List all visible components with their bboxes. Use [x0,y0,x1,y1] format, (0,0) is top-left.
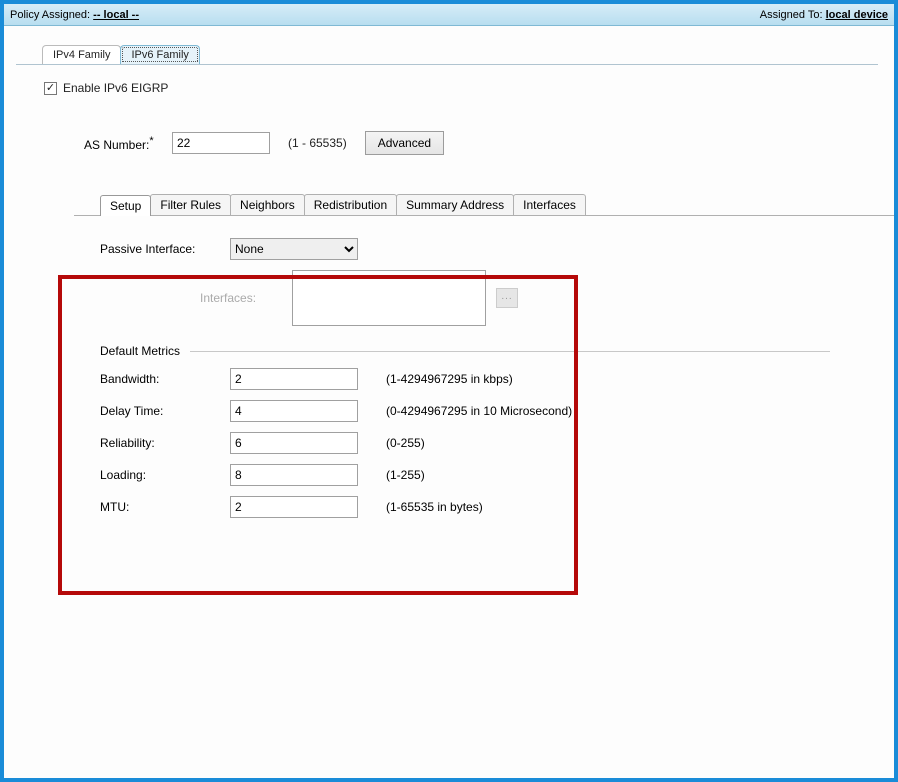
reliability-row: Reliability: (0-255) [100,432,870,454]
assigned-to-value[interactable]: local device [826,9,888,21]
policy-assigned-value[interactable]: -- local -- [93,9,139,21]
tab-ipv6-family[interactable]: IPv6 Family [120,45,199,64]
passive-interface-label: Passive Interface: [100,242,230,256]
bandwidth-input[interactable] [230,368,358,390]
mtu-hint: (1-65535 in bytes) [386,500,483,514]
bandwidth-hint: (1-4294967295 in kbps) [386,372,513,386]
ipv6-panel: ✓ Enable IPv6 EIGRP AS Number:* (1 - 655… [4,65,894,518]
bandwidth-row: Bandwidth: (1-4294967295 in kbps) [100,368,870,390]
delay-time-input[interactable] [230,400,358,422]
content-area: IPv4 Family IPv6 Family ✓ Enable IPv6 EI… [4,26,894,518]
group-divider [190,351,830,352]
as-number-row: AS Number:* (1 - 65535) Advanced [84,131,870,155]
reliability-input[interactable] [230,432,358,454]
default-metrics-title: Default Metrics [100,344,180,358]
loading-hint: (1-255) [386,468,425,482]
interfaces-listbox[interactable] [292,270,486,326]
assigned-to: Assigned To: local device [760,9,888,21]
enable-eigrp-row: ✓ Enable IPv6 EIGRP [44,81,870,95]
loading-input[interactable] [230,464,358,486]
subtab-summary-address[interactable]: Summary Address [396,194,514,215]
delay-time-label: Delay Time: [100,404,230,418]
mtu-label: MTU: [100,500,230,514]
interfaces-label: Interfaces: [200,291,256,305]
subtab-redistribution[interactable]: Redistribution [304,194,397,215]
as-number-label: AS Number:* [84,135,172,152]
tab-ipv4-family[interactable]: IPv4 Family [42,45,121,64]
loading-label: Loading: [100,468,230,482]
app-window: Policy Assigned: -- local -- Assigned To… [0,0,898,782]
mtu-row: MTU: (1-65535 in bytes) [100,496,870,518]
interfaces-browse-button[interactable]: ... [496,288,518,308]
policy-assigned-label: Policy Assigned: [10,9,90,21]
reliability-hint: (0-255) [386,436,425,450]
family-tabstrip: IPv4 Family IPv6 Family [42,40,894,64]
subtab-strip: Setup Filter Rules Neighbors Redistribut… [100,193,870,215]
setup-section: Passive Interface: None Interfaces: ... … [100,216,870,518]
passive-interface-row: Passive Interface: None [100,238,870,260]
mtu-input[interactable] [230,496,358,518]
subtab-neighbors[interactable]: Neighbors [230,194,305,215]
as-number-input[interactable] [172,132,270,154]
subtab-container: Setup Filter Rules Neighbors Redistribut… [44,193,870,518]
check-icon: ✓ [46,83,55,94]
default-metrics-header: Default Metrics [100,344,870,358]
enable-eigrp-label: Enable IPv6 EIGRP [63,81,168,95]
window-header: Policy Assigned: -- local -- Assigned To… [4,4,894,26]
subtab-filter-rules[interactable]: Filter Rules [150,194,231,215]
interfaces-row: Interfaces: ... [200,270,870,326]
delay-time-hint: (0-4294967295 in 10 Microsecond) [386,404,572,418]
subtab-interfaces[interactable]: Interfaces [513,194,586,215]
policy-assigned: Policy Assigned: -- local -- [10,9,139,21]
as-number-hint: (1 - 65535) [288,136,347,150]
enable-eigrp-checkbox[interactable]: ✓ [44,82,57,95]
advanced-button[interactable]: Advanced [365,131,444,155]
subtab-setup[interactable]: Setup [100,195,151,216]
bandwidth-label: Bandwidth: [100,372,230,386]
reliability-label: Reliability: [100,436,230,450]
loading-row: Loading: (1-255) [100,464,870,486]
assigned-to-label: Assigned To: [760,9,823,21]
passive-interface-select[interactable]: None [230,238,358,260]
delay-time-row: Delay Time: (0-4294967295 in 10 Microsec… [100,400,870,422]
